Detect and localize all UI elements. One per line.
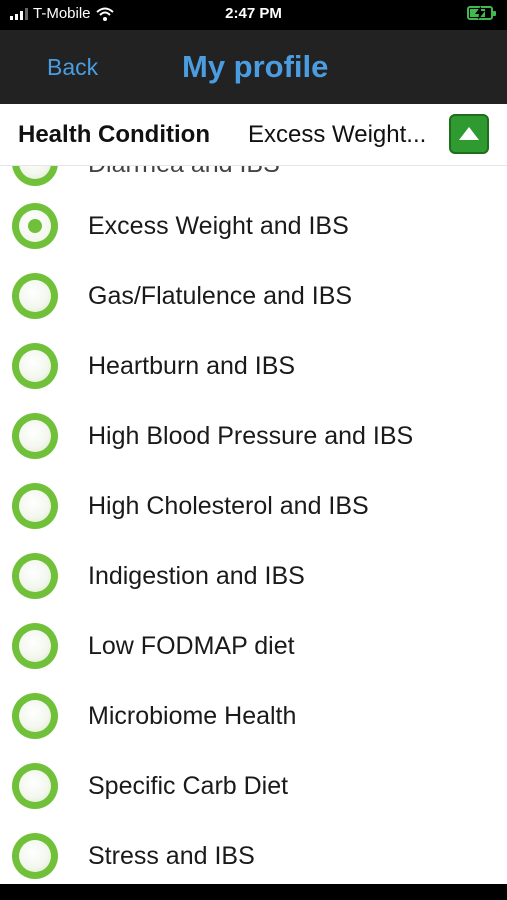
option-row[interactable]: Excess Weight and IBS [0, 191, 507, 261]
option-label: Gas/Flatulence and IBS [88, 282, 353, 310]
radio-unselected-icon[interactable] [12, 166, 58, 186]
health-condition-label: Health Condition [18, 121, 210, 148]
radio-inner [19, 560, 51, 592]
radio-inner [19, 490, 51, 522]
status-time: 2:47 PM [225, 5, 282, 22]
radio-inner [19, 700, 51, 732]
radio-inner [19, 350, 51, 382]
option-label: Specific Carb Diet [88, 772, 289, 800]
radio-inner [19, 630, 51, 662]
option-row[interactable]: Low FODMAP diet [0, 611, 507, 681]
option-label: Excess Weight and IBS [88, 212, 349, 240]
radio-selected-icon[interactable] [12, 203, 58, 249]
health-condition-selector[interactable]: Health Condition Excess Weight... [0, 104, 507, 166]
option-row[interactable]: High Cholesterol and IBS [0, 471, 507, 541]
radio-unselected-icon[interactable] [12, 833, 58, 879]
option-label: Stress and IBS [88, 842, 255, 870]
option-label: Diarrhea and IBS [88, 166, 280, 179]
navigation-bar: Back My profile [0, 30, 507, 104]
collapse-dropdown-button[interactable] [449, 114, 489, 154]
radio-inner [19, 770, 51, 802]
option-row[interactable]: High Blood Pressure and IBS [0, 401, 507, 471]
option-row[interactable]: Specific Carb Diet [0, 751, 507, 821]
page-title: My profile [182, 49, 329, 84]
charging-bolt-icon [475, 6, 485, 20]
condition-options-list[interactable]: Diarrhea and IBS Excess Weight and IBS Gas… [0, 166, 507, 884]
option-label: High Blood Pressure and IBS [88, 422, 414, 450]
option-row[interactable]: Heartburn and IBS [0, 331, 507, 401]
radio-dot [28, 219, 42, 233]
radio-inner [19, 420, 51, 452]
radio-unselected-icon[interactable] [12, 343, 58, 389]
radio-unselected-icon[interactable] [12, 763, 58, 809]
radio-unselected-icon[interactable] [12, 483, 58, 529]
battery-icon [467, 6, 496, 20]
option-label: Low FODMAP diet [88, 632, 295, 660]
radio-unselected-icon[interactable] [12, 553, 58, 599]
back-button[interactable]: Back [47, 54, 98, 81]
option-label: Microbiome Health [88, 702, 297, 730]
option-label: High Cholesterol and IBS [88, 492, 369, 520]
option-row[interactable]: Indigestion and IBS [0, 541, 507, 611]
health-condition-value[interactable]: Excess Weight... [248, 121, 446, 149]
radio-unselected-icon[interactable] [12, 273, 58, 319]
option-row[interactable]: Gas/Flatulence and IBS [0, 261, 507, 331]
bottom-bar [0, 884, 507, 900]
option-row[interactable]: Stress and IBS [0, 821, 507, 884]
option-label: Indigestion and IBS [88, 562, 305, 590]
radio-inner [19, 280, 51, 312]
radio-inner [19, 840, 51, 872]
radio-inner [19, 166, 51, 179]
option-label: Heartburn and IBS [88, 352, 296, 380]
radio-unselected-icon[interactable] [12, 413, 58, 459]
triangle-up-icon [459, 127, 479, 140]
radio-unselected-icon[interactable] [12, 623, 58, 669]
radio-unselected-icon[interactable] [12, 693, 58, 739]
option-row[interactable]: Microbiome Health [0, 681, 507, 751]
status-bar: T-Mobile 2:47 PM [0, 0, 507, 30]
